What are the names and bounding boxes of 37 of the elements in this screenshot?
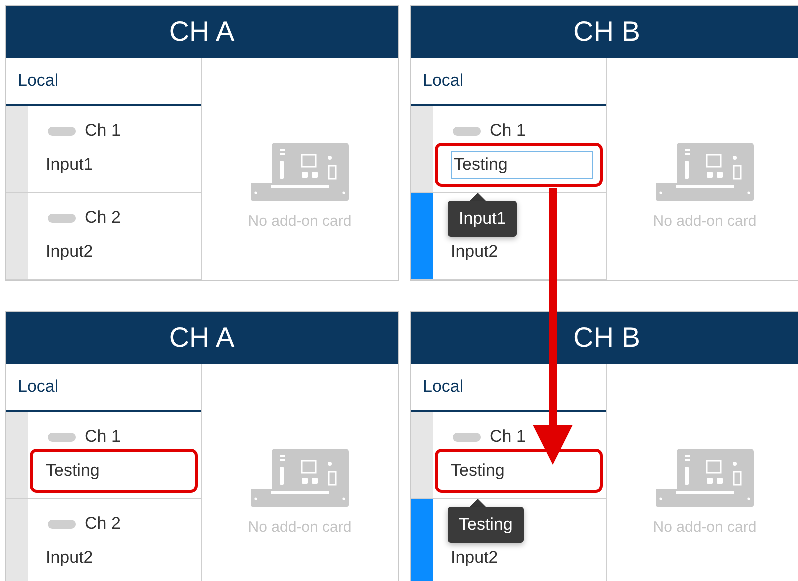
channel-name: Input2 — [46, 242, 94, 262]
channel-name: Testing — [46, 461, 100, 481]
name-input[interactable]: Testing — [451, 151, 593, 179]
channel-label: Ch 2 — [85, 208, 121, 228]
empty-message: No add-on card — [653, 213, 757, 230]
local-tab[interactable]: Local — [411, 58, 606, 106]
channel-label: Ch 1 — [490, 427, 526, 447]
toggle-icon[interactable] — [453, 432, 481, 442]
channel-label: Ch 2 — [85, 514, 121, 534]
channel-title: CH B — [574, 16, 640, 48]
circuit-board-icon — [251, 447, 349, 507]
tooltip: Testing — [448, 507, 524, 543]
toggle-icon[interactable] — [48, 126, 76, 136]
channel-name: Testing — [451, 461, 505, 481]
channel-label: Ch 1 — [85, 427, 121, 447]
tooltip: Input1 — [448, 201, 518, 237]
circuit-board-icon — [656, 447, 754, 507]
empty-message: No add-on card — [653, 519, 757, 536]
local-tab[interactable]: Local — [6, 364, 201, 412]
channel-name: Input2 — [46, 548, 94, 568]
channel-name: Input2 — [451, 242, 498, 262]
toggle-icon[interactable] — [48, 214, 76, 222]
channel-title: CH B — [574, 322, 640, 354]
channel-title: CH A — [169, 16, 235, 48]
circuit-board-icon — [656, 141, 754, 201]
channel-name: Input2 — [451, 548, 498, 568]
empty-message: No add-on card — [248, 213, 352, 230]
local-tab[interactable]: Local — [6, 58, 201, 106]
circuit-board-icon — [251, 141, 349, 201]
toggle-icon[interactable] — [453, 126, 481, 136]
channel-title: CH A — [169, 322, 235, 354]
channel-name: Input1 — [46, 155, 94, 175]
empty-message: No add-on card — [248, 519, 352, 536]
toggle-icon[interactable] — [48, 520, 76, 528]
channel-label: Ch 1 — [490, 121, 526, 141]
channel-label: Ch 1 — [85, 121, 121, 141]
toggle-icon[interactable] — [48, 432, 76, 442]
